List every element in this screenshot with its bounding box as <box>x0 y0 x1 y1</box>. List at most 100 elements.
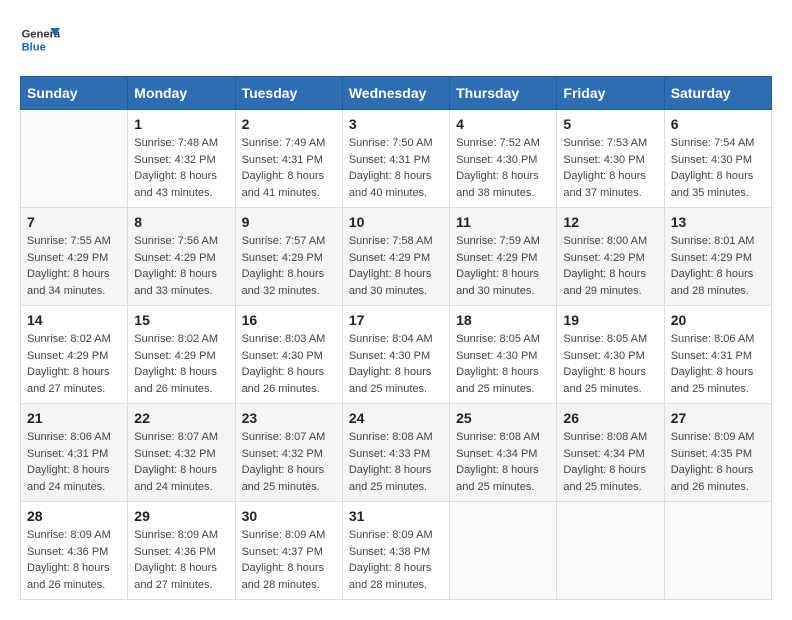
calendar-cell: 21 Sunrise: 8:06 AM Sunset: 4:31 PM Dayli… <box>21 404 128 502</box>
calendar-cell: 14 Sunrise: 8:02 AM Sunset: 4:29 PM Dayli… <box>21 306 128 404</box>
calendar-cell <box>664 502 771 600</box>
day-number: 2 <box>242 116 336 132</box>
day-number: 19 <box>563 312 657 328</box>
calendar-cell: 25 Sunrise: 8:08 AM Sunset: 4:34 PM Dayli… <box>450 404 557 502</box>
day-number: 22 <box>134 410 228 426</box>
calendar-cell <box>21 110 128 208</box>
calendar-cell: 11Sunrise: 7:59 AM Sunset: 4:29 PM Dayli… <box>450 208 557 306</box>
calendar-cell: 31 Sunrise: 8:09 AM Sunset: 4:38 PM Dayli… <box>342 502 449 600</box>
day-number: 26 <box>563 410 657 426</box>
day-info: Sunrise: 7:53 AM Sunset: 4:30 PM Dayligh… <box>563 135 657 201</box>
week-row-2: 14 Sunrise: 8:02 AM Sunset: 4:29 PM Dayli… <box>21 306 772 404</box>
header-wednesday: Wednesday <box>342 77 449 110</box>
day-info: Sunrise: 8:07 AM Sunset: 4:32 PM Dayligh… <box>134 429 228 495</box>
calendar-cell <box>450 502 557 600</box>
day-number: 15 <box>134 312 228 328</box>
day-info: Sunrise: 8:02 AM Sunset: 4:29 PM Dayligh… <box>134 331 228 397</box>
week-row-0: 1 Sunrise: 7:48 AM Sunset: 4:32 PM Daylig… <box>21 110 772 208</box>
day-info: Sunrise: 8:09 AM Sunset: 4:36 PM Dayligh… <box>134 527 228 593</box>
day-info: Sunrise: 8:08 AM Sunset: 4:33 PM Dayligh… <box>349 429 443 495</box>
day-number: 31 <box>349 508 443 524</box>
day-info: Sunrise: 8:02 AM Sunset: 4:29 PM Dayligh… <box>27 331 121 397</box>
day-info: Sunrise: 7:55 AM Sunset: 4:29 PM Dayligh… <box>27 233 121 299</box>
calendar-cell: 22 Sunrise: 8:07 AM Sunset: 4:32 PM Dayli… <box>128 404 235 502</box>
day-number: 29 <box>134 508 228 524</box>
day-number: 30 <box>242 508 336 524</box>
calendar-cell <box>557 502 664 600</box>
day-info: Sunrise: 8:05 AM Sunset: 4:30 PM Dayligh… <box>456 331 550 397</box>
page-header: General Blue <box>20 20 772 60</box>
day-info: Sunrise: 8:06 AM Sunset: 4:31 PM Dayligh… <box>671 331 765 397</box>
header-saturday: Saturday <box>664 77 771 110</box>
day-info: Sunrise: 8:01 AM Sunset: 4:29 PM Dayligh… <box>671 233 765 299</box>
day-info: Sunrise: 8:05 AM Sunset: 4:30 PM Dayligh… <box>563 331 657 397</box>
calendar-cell: 8 Sunrise: 7:56 AM Sunset: 4:29 PM Daylig… <box>128 208 235 306</box>
logo: General Blue <box>20 20 66 60</box>
day-number: 8 <box>134 214 228 230</box>
day-number: 5 <box>563 116 657 132</box>
day-info: Sunrise: 8:04 AM Sunset: 4:30 PM Dayligh… <box>349 331 443 397</box>
day-info: Sunrise: 8:00 AM Sunset: 4:29 PM Dayligh… <box>563 233 657 299</box>
day-info: Sunrise: 7:48 AM Sunset: 4:32 PM Dayligh… <box>134 135 228 201</box>
day-number: 12 <box>563 214 657 230</box>
day-number: 28 <box>27 508 121 524</box>
day-info: Sunrise: 8:09 AM Sunset: 4:35 PM Dayligh… <box>671 429 765 495</box>
calendar-cell: 3Sunrise: 7:50 AM Sunset: 4:31 PM Daylig… <box>342 110 449 208</box>
day-number: 9 <box>242 214 336 230</box>
header-friday: Friday <box>557 77 664 110</box>
day-info: Sunrise: 8:09 AM Sunset: 4:37 PM Dayligh… <box>242 527 336 593</box>
day-info: Sunrise: 8:09 AM Sunset: 4:36 PM Dayligh… <box>27 527 121 593</box>
header-sunday: Sunday <box>21 77 128 110</box>
calendar-cell: 20 Sunrise: 8:06 AM Sunset: 4:31 PM Dayli… <box>664 306 771 404</box>
day-number: 3 <box>349 116 443 132</box>
day-number: 23 <box>242 410 336 426</box>
calendar-cell: 4 Sunrise: 7:52 AM Sunset: 4:30 PM Daylig… <box>450 110 557 208</box>
calendar-cell: 29 Sunrise: 8:09 AM Sunset: 4:36 PM Dayli… <box>128 502 235 600</box>
calendar-cell: 16 Sunrise: 8:03 AM Sunset: 4:30 PM Dayli… <box>235 306 342 404</box>
day-number: 25 <box>456 410 550 426</box>
header-monday: Monday <box>128 77 235 110</box>
calendar-cell: 30 Sunrise: 8:09 AM Sunset: 4:37 PM Dayli… <box>235 502 342 600</box>
calendar-cell: 7Sunrise: 7:55 AM Sunset: 4:29 PM Daylig… <box>21 208 128 306</box>
calendar-header-row: SundayMondayTuesdayWednesdayThursdayFrid… <box>21 77 772 110</box>
week-row-1: 7Sunrise: 7:55 AM Sunset: 4:29 PM Daylig… <box>21 208 772 306</box>
calendar-body: 1 Sunrise: 7:48 AM Sunset: 4:32 PM Daylig… <box>21 110 772 600</box>
day-info: Sunrise: 7:59 AM Sunset: 4:29 PM Dayligh… <box>456 233 550 299</box>
day-info: Sunrise: 7:49 AM Sunset: 4:31 PM Dayligh… <box>242 135 336 201</box>
day-info: Sunrise: 7:52 AM Sunset: 4:30 PM Dayligh… <box>456 135 550 201</box>
day-number: 21 <box>27 410 121 426</box>
week-row-3: 21 Sunrise: 8:06 AM Sunset: 4:31 PM Dayli… <box>21 404 772 502</box>
day-number: 1 <box>134 116 228 132</box>
calendar-cell: 1 Sunrise: 7:48 AM Sunset: 4:32 PM Daylig… <box>128 110 235 208</box>
calendar-cell: 24Sunrise: 8:08 AM Sunset: 4:33 PM Dayli… <box>342 404 449 502</box>
calendar-cell: 27 Sunrise: 8:09 AM Sunset: 4:35 PM Dayli… <box>664 404 771 502</box>
day-number: 18 <box>456 312 550 328</box>
day-number: 27 <box>671 410 765 426</box>
day-number: 20 <box>671 312 765 328</box>
day-info: Sunrise: 8:09 AM Sunset: 4:38 PM Dayligh… <box>349 527 443 593</box>
calendar-cell: 5 Sunrise: 7:53 AM Sunset: 4:30 PM Daylig… <box>557 110 664 208</box>
day-info: Sunrise: 7:54 AM Sunset: 4:30 PM Dayligh… <box>671 135 765 201</box>
day-info: Sunrise: 8:08 AM Sunset: 4:34 PM Dayligh… <box>456 429 550 495</box>
day-info: Sunrise: 8:08 AM Sunset: 4:34 PM Dayligh… <box>563 429 657 495</box>
calendar-table: SundayMondayTuesdayWednesdayThursdayFrid… <box>20 76 772 600</box>
day-info: Sunrise: 8:03 AM Sunset: 4:30 PM Dayligh… <box>242 331 336 397</box>
calendar-cell: 17Sunrise: 8:04 AM Sunset: 4:30 PM Dayli… <box>342 306 449 404</box>
calendar-cell: 9Sunrise: 7:57 AM Sunset: 4:29 PM Daylig… <box>235 208 342 306</box>
day-number: 6 <box>671 116 765 132</box>
calendar-cell: 13 Sunrise: 8:01 AM Sunset: 4:29 PM Dayli… <box>664 208 771 306</box>
calendar-cell: 12 Sunrise: 8:00 AM Sunset: 4:29 PM Dayli… <box>557 208 664 306</box>
day-number: 4 <box>456 116 550 132</box>
header-tuesday: Tuesday <box>235 77 342 110</box>
calendar-cell: 26 Sunrise: 8:08 AM Sunset: 4:34 PM Dayli… <box>557 404 664 502</box>
calendar-cell: 28 Sunrise: 8:09 AM Sunset: 4:36 PM Dayli… <box>21 502 128 600</box>
day-info: Sunrise: 8:06 AM Sunset: 4:31 PM Dayligh… <box>27 429 121 495</box>
week-row-4: 28 Sunrise: 8:09 AM Sunset: 4:36 PM Dayli… <box>21 502 772 600</box>
day-number: 13 <box>671 214 765 230</box>
day-info: Sunrise: 7:56 AM Sunset: 4:29 PM Dayligh… <box>134 233 228 299</box>
calendar-cell: 19 Sunrise: 8:05 AM Sunset: 4:30 PM Dayli… <box>557 306 664 404</box>
day-number: 16 <box>242 312 336 328</box>
day-info: Sunrise: 7:58 AM Sunset: 4:29 PM Dayligh… <box>349 233 443 299</box>
day-number: 14 <box>27 312 121 328</box>
day-info: Sunrise: 8:07 AM Sunset: 4:32 PM Dayligh… <box>242 429 336 495</box>
